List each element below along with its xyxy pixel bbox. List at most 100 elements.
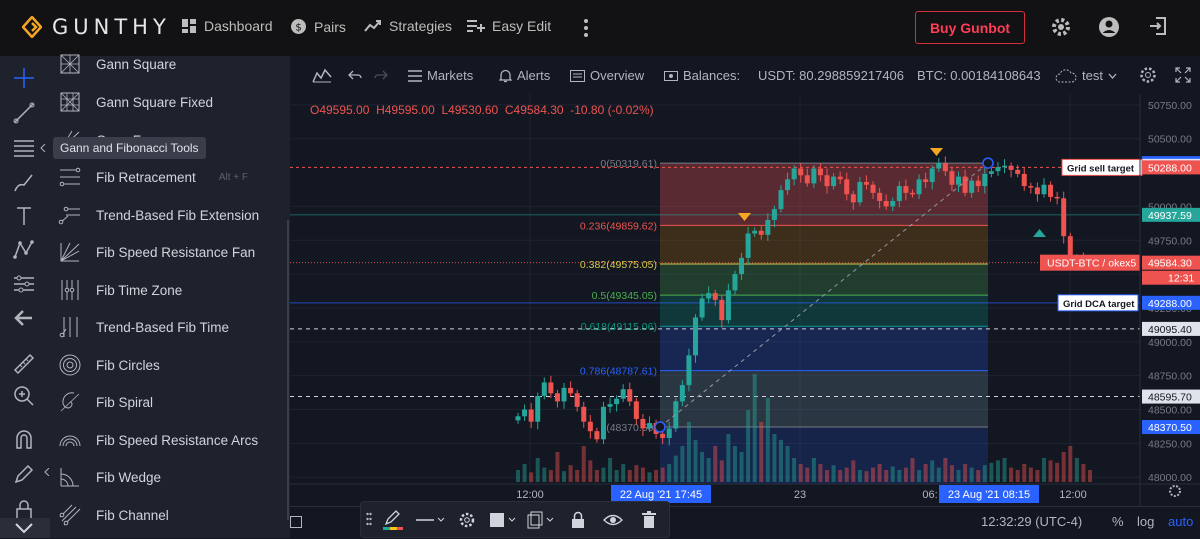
menu-item-fib-time-zone[interactable]: Fib Time Zone <box>50 273 290 307</box>
symbol-label-text: USDT-BTC / okex5 <box>1047 258 1136 270</box>
menu-item-label: Fib Wedge <box>96 469 162 485</box>
visibility-layers-icon[interactable] <box>489 510 517 530</box>
menu-item-fib-speed-resistance-arcs[interactable]: Fib Speed Resistance Arcs <box>50 423 290 457</box>
volume-bar <box>627 470 632 482</box>
logo[interactable]: GUNTHY <box>22 15 171 39</box>
menu-item-fib-speed-resistance-fan[interactable]: Fib Speed Resistance Fan <box>50 235 290 269</box>
menu-item-label: Fib Retracement <box>96 169 196 185</box>
nav-strategies[interactable]: Strategies <box>364 18 452 34</box>
scroll-down-button[interactable] <box>0 518 50 538</box>
menu-item-gann-square-fixed[interactable]: Gann Square Fixed <box>50 85 290 119</box>
chart-type-icon[interactable] <box>312 67 332 83</box>
pencil-color-icon[interactable] <box>383 510 403 530</box>
overview-icon <box>570 69 585 82</box>
menu-item-gann-square[interactable]: Gann Square <box>50 47 290 81</box>
eye-icon[interactable] <box>603 510 623 530</box>
volume-bar <box>1041 458 1046 482</box>
lock-drawing-icon[interactable] <box>568 510 588 530</box>
log-toggle[interactable]: log <box>1137 514 1154 529</box>
trash-icon[interactable] <box>639 510 659 530</box>
volume-bar <box>976 470 981 482</box>
price-chart[interactable]: 0(50319.61) 0.236(49859.62) 0.382(49575.05… <box>290 94 1200 506</box>
drag-handle-icon[interactable] <box>366 512 372 526</box>
candle-body <box>1034 187 1040 195</box>
gear-icon[interactable] <box>457 510 477 530</box>
more-vert-icon[interactable] <box>582 18 590 38</box>
brush-icon[interactable] <box>12 171 36 195</box>
fullscreen-icon[interactable] <box>1175 67 1191 83</box>
fib-level-label: 0.618(49115.06) <box>581 321 657 333</box>
volume-bar <box>917 470 922 482</box>
profile-selector[interactable]: test <box>1055 68 1117 83</box>
chart-settings-icon[interactable] <box>1138 65 1158 85</box>
candle-body <box>870 184 876 193</box>
alerts-button[interactable]: Alerts <box>499 68 550 83</box>
text-icon[interactable] <box>12 204 36 228</box>
volume-bar <box>936 467 941 482</box>
menu-scrollbar[interactable] <box>287 220 289 520</box>
menu-item-fib-retracement[interactable]: Fib Retracement Alt + F <box>50 160 290 194</box>
redo-icon[interactable] <box>374 69 388 81</box>
candle-body <box>600 406 606 440</box>
candle-body <box>745 233 751 258</box>
prediction-icon[interactable] <box>12 272 36 296</box>
candle-body <box>594 431 600 440</box>
volume-bar <box>614 470 619 482</box>
volume-bar <box>943 458 948 482</box>
percent-toggle[interactable]: % <box>1112 514 1124 529</box>
nav-easy-edit[interactable]: Easy Edit <box>467 18 551 34</box>
clock-readout[interactable]: 12:32:29 (UTC-4) <box>981 514 1082 529</box>
nav-easy-edit-label: Easy Edit <box>492 18 552 34</box>
nav-dashboard[interactable]: Dashboard <box>181 18 273 34</box>
arrow-left-icon[interactable] <box>12 306 36 330</box>
candle-body <box>620 389 626 399</box>
account-icon[interactable] <box>1098 16 1120 38</box>
menu-item-fib-circles[interactable]: Fib Circles <box>50 348 290 382</box>
candle-body <box>877 192 883 201</box>
line-style-icon[interactable] <box>416 510 446 530</box>
candle-body <box>844 179 850 195</box>
time-tick-label: 12:00 <box>516 489 544 501</box>
volume-bar <box>588 460 593 482</box>
undo-icon[interactable] <box>348 69 362 81</box>
volume-bar <box>1074 458 1079 482</box>
settings-icon[interactable] <box>1050 16 1072 38</box>
pattern-icon[interactable] <box>12 238 36 262</box>
volume-bar <box>818 464 823 482</box>
volume-bar <box>608 458 613 482</box>
volume-bar <box>1028 467 1033 482</box>
clone-icon[interactable] <box>527 510 555 530</box>
balances-button[interactable]: Balances: <box>664 68 740 83</box>
ruler-icon[interactable] <box>12 352 36 376</box>
candle-body <box>785 179 791 191</box>
volume-bar <box>923 464 928 482</box>
menu-item-fib-channel[interactable]: Fib Channel <box>50 498 290 532</box>
volume-bar <box>765 398 770 482</box>
zoom-in-icon[interactable] <box>12 384 36 408</box>
pencil-lock-icon[interactable] <box>12 462 36 486</box>
overview-button[interactable]: Overview <box>570 68 644 83</box>
auto-toggle[interactable]: auto <box>1168 514 1193 529</box>
menu-item-trend-based-fib-extension[interactable]: Trend-Based Fib Extension <box>50 198 290 232</box>
menu-item-fib-wedge[interactable]: Fib Wedge <box>50 460 290 494</box>
menu-item-fib-spiral[interactable]: Fib Spiral <box>50 385 290 419</box>
trend-line-icon[interactable] <box>12 101 36 125</box>
list-icon <box>408 69 422 82</box>
menu-item-trend-based-fib-time[interactable]: Trend-Based Fib Time <box>50 310 290 344</box>
candle-body <box>982 173 988 187</box>
calendar-icon[interactable] <box>290 514 302 528</box>
fib-zone <box>660 263 988 296</box>
markets-button[interactable]: Markets <box>408 68 473 83</box>
fib-wedge-icon <box>60 468 79 487</box>
time-tick-label: 12:00 <box>1059 489 1087 501</box>
buy-gunbot-button[interactable]: Buy Gunbot <box>915 11 1025 44</box>
fib-tools-icon[interactable] <box>12 136 36 160</box>
crosshair-icon[interactable] <box>12 66 36 90</box>
cloud-icon <box>1055 68 1077 82</box>
magnet-icon[interactable] <box>12 428 36 452</box>
ohlc-change: -10.80 (-0.02%) <box>570 103 654 117</box>
chevron-left-icon[interactable] <box>40 144 46 152</box>
nav-pairs[interactable]: $ Pairs <box>290 18 346 35</box>
logout-icon[interactable] <box>1148 16 1168 36</box>
fib-circles-icon <box>59 354 81 376</box>
